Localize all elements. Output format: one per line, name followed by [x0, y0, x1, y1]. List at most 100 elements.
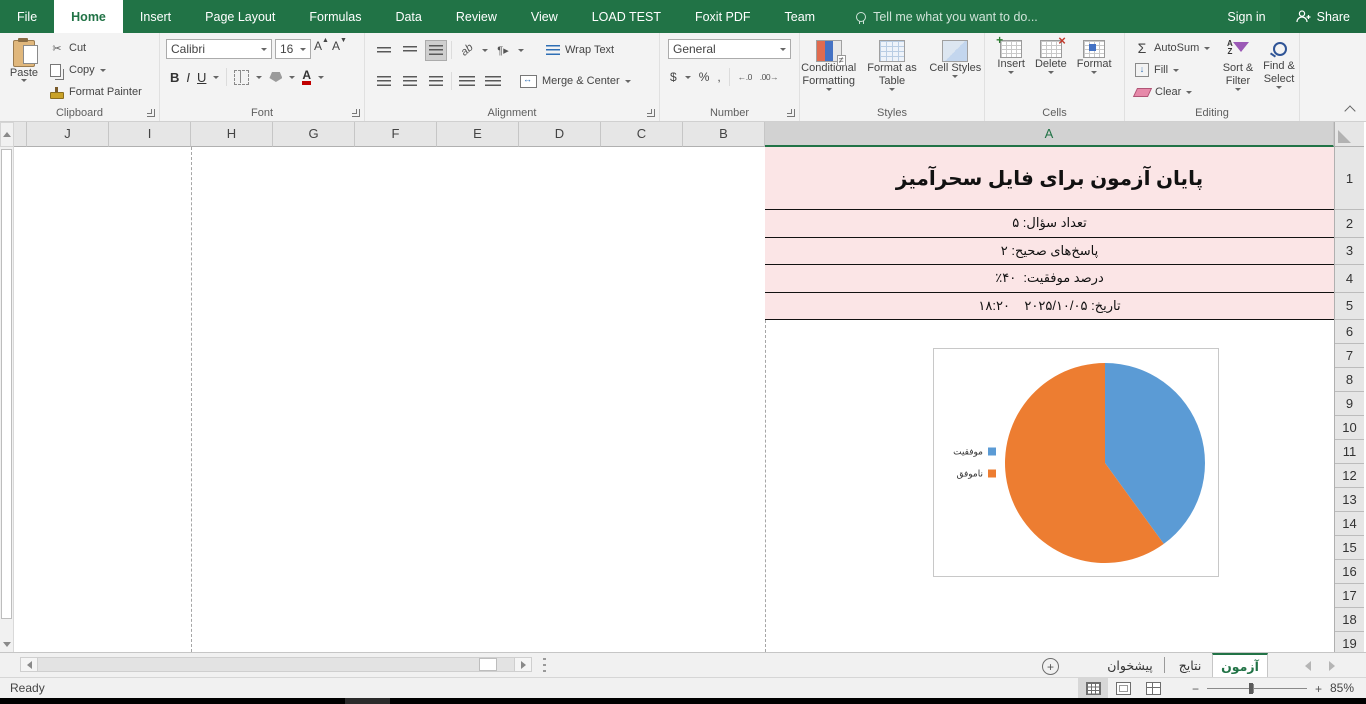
- column-header[interactable]: H: [191, 122, 273, 147]
- row-header[interactable]: 19: [1335, 632, 1364, 652]
- fill-button[interactable]: ↓ Fill: [1131, 59, 1214, 81]
- bold-button[interactable]: B: [170, 70, 179, 85]
- row-header[interactable]: 7: [1335, 344, 1364, 368]
- zoom-in-button[interactable]: +: [1315, 682, 1322, 696]
- increase-decimal-button[interactable]: ←.0: [738, 72, 753, 82]
- alignment-dialog-launcher[interactable]: [647, 109, 655, 117]
- tab-page-layout[interactable]: Page Layout: [188, 0, 292, 33]
- normal-view-button[interactable]: [1078, 678, 1108, 699]
- accounting-format-button[interactable]: $: [670, 70, 677, 84]
- clear-button[interactable]: Clear: [1131, 81, 1214, 103]
- chevron-down-icon[interactable]: [256, 75, 263, 79]
- scroll-up-button[interactable]: [0, 122, 14, 147]
- merge-center-button[interactable]: Merge & Center: [516, 74, 635, 88]
- row-header[interactable]: 9: [1335, 392, 1364, 416]
- sign-in-button[interactable]: Sign in: [1213, 0, 1279, 33]
- number-format-combo[interactable]: General: [668, 39, 791, 59]
- tab-review[interactable]: Review: [439, 0, 514, 33]
- sheet-tab-azmoon-active[interactable]: آزمون: [1212, 653, 1268, 677]
- column-header[interactable]: E: [437, 122, 519, 147]
- zoom-level[interactable]: 85%: [1330, 681, 1354, 695]
- row-header[interactable]: 5: [1335, 293, 1364, 320]
- zoom-out-button[interactable]: −: [1192, 682, 1199, 696]
- row-header[interactable]: 15: [1335, 536, 1364, 560]
- orientation-button[interactable]: ab: [456, 40, 478, 61]
- borders-icon[interactable]: [234, 69, 250, 85]
- sort-filter-button[interactable]: AZ Sort & Filter: [1217, 36, 1259, 91]
- row-header[interactable]: 18: [1335, 608, 1364, 632]
- sheet-tab-natayej[interactable]: نتایج: [1168, 653, 1212, 677]
- align-top-button[interactable]: [373, 40, 395, 61]
- sheet-nav-left-button[interactable]: [1300, 660, 1316, 672]
- row-header[interactable]: 11: [1335, 440, 1364, 464]
- tab-formulas[interactable]: Formulas: [292, 0, 378, 33]
- cell[interactable]: درصد موفقیت: ۴۰٪: [765, 265, 1334, 293]
- row-header[interactable]: 17: [1335, 584, 1364, 608]
- row-header[interactable]: 10: [1335, 416, 1364, 440]
- sheet-nav-right-button[interactable]: [1324, 660, 1340, 672]
- percent-style-button[interactable]: %: [699, 70, 710, 84]
- chevron-down-icon[interactable]: [482, 48, 488, 52]
- chart-area[interactable]: موفقیت ناموفق: [933, 348, 1219, 577]
- page-layout-view-button[interactable]: [1108, 678, 1138, 699]
- new-sheet-button[interactable]: +: [1042, 658, 1059, 675]
- number-dialog-launcher[interactable]: [787, 109, 795, 117]
- row-header[interactable]: 2: [1335, 210, 1364, 238]
- vertical-scroll-thumb[interactable]: [1, 149, 12, 619]
- format-painter-button[interactable]: Format Painter: [46, 81, 146, 103]
- column-header[interactable]: F: [355, 122, 437, 147]
- column-header[interactable]: C: [601, 122, 683, 147]
- font-color-icon[interactable]: A: [302, 69, 312, 85]
- comma-style-button[interactable]: ,: [717, 70, 720, 84]
- autosum-button[interactable]: Σ AutoSum: [1131, 37, 1214, 59]
- row-header[interactable]: 8: [1335, 368, 1364, 392]
- find-select-button[interactable]: Find & Select: [1259, 36, 1299, 89]
- row-header[interactable]: 4: [1335, 265, 1364, 293]
- chevron-down-icon[interactable]: [684, 75, 691, 79]
- zoom-slider-thumb[interactable]: [1249, 683, 1254, 694]
- copy-button[interactable]: Copy: [46, 59, 146, 81]
- chevron-down-icon[interactable]: [289, 75, 296, 79]
- align-left-button[interactable]: [373, 71, 395, 92]
- horizontal-scrollbar[interactable]: [20, 657, 532, 672]
- tab-data[interactable]: Data: [378, 0, 438, 33]
- select-all-button[interactable]: [1334, 122, 1364, 147]
- cell[interactable]: تاریخ: ۲۰۲۵/۱۰/۰۵ ۱۸:۲۰: [765, 292, 1334, 320]
- column-header[interactable]: [14, 122, 27, 147]
- tab-splitter-handle[interactable]: [543, 658, 546, 672]
- increase-indent-button[interactable]: [456, 71, 478, 92]
- column-header[interactable]: D: [519, 122, 601, 147]
- vertical-scrollbar[interactable]: [0, 147, 14, 652]
- cut-button[interactable]: ✂ Cut: [46, 37, 146, 59]
- align-bottom-button[interactable]: [425, 39, 447, 61]
- grow-font-button[interactable]: A▲: [314, 37, 329, 59]
- cell[interactable]: پاسخ‌های صحیح: ۲: [765, 237, 1334, 265]
- tab-file[interactable]: File: [0, 0, 54, 33]
- tab-insert[interactable]: Insert: [123, 0, 188, 33]
- scroll-down-button[interactable]: [0, 637, 14, 652]
- wrap-text-button[interactable]: Wrap Text: [542, 44, 618, 56]
- tab-home[interactable]: Home: [54, 0, 123, 33]
- row-header[interactable]: 12: [1335, 464, 1364, 488]
- collapse-ribbon-icon[interactable]: [1344, 105, 1356, 117]
- tell-me-box[interactable]: Tell me what you want to do...: [856, 0, 1038, 33]
- sheet-tab-pishkhan[interactable]: پیشخوان: [1096, 657, 1165, 673]
- chevron-down-icon[interactable]: [318, 75, 325, 79]
- horizontal-scroll-thumb[interactable]: [479, 658, 497, 671]
- align-right-button[interactable]: [425, 71, 447, 92]
- shrink-font-button[interactable]: A▼: [332, 37, 347, 59]
- decrease-indent-button[interactable]: [482, 71, 504, 92]
- font-name-combo[interactable]: Calibri: [166, 39, 272, 59]
- row-header[interactable]: 13: [1335, 488, 1364, 512]
- column-header[interactable]: G: [273, 122, 355, 147]
- column-header[interactable]: A: [765, 122, 1334, 147]
- font-size-combo[interactable]: 16: [275, 39, 311, 59]
- cell[interactable]: پایان آزمون برای فایل سحرآمیز: [765, 147, 1334, 210]
- align-middle-button[interactable]: [399, 40, 421, 61]
- cell[interactable]: تعداد سؤال: ۵: [765, 210, 1334, 238]
- tab-view[interactable]: View: [514, 0, 575, 33]
- align-center-button[interactable]: [399, 71, 421, 92]
- share-button[interactable]: Share: [1279, 0, 1366, 33]
- row-header[interactable]: 3: [1335, 238, 1364, 265]
- column-header[interactable]: B: [683, 122, 765, 147]
